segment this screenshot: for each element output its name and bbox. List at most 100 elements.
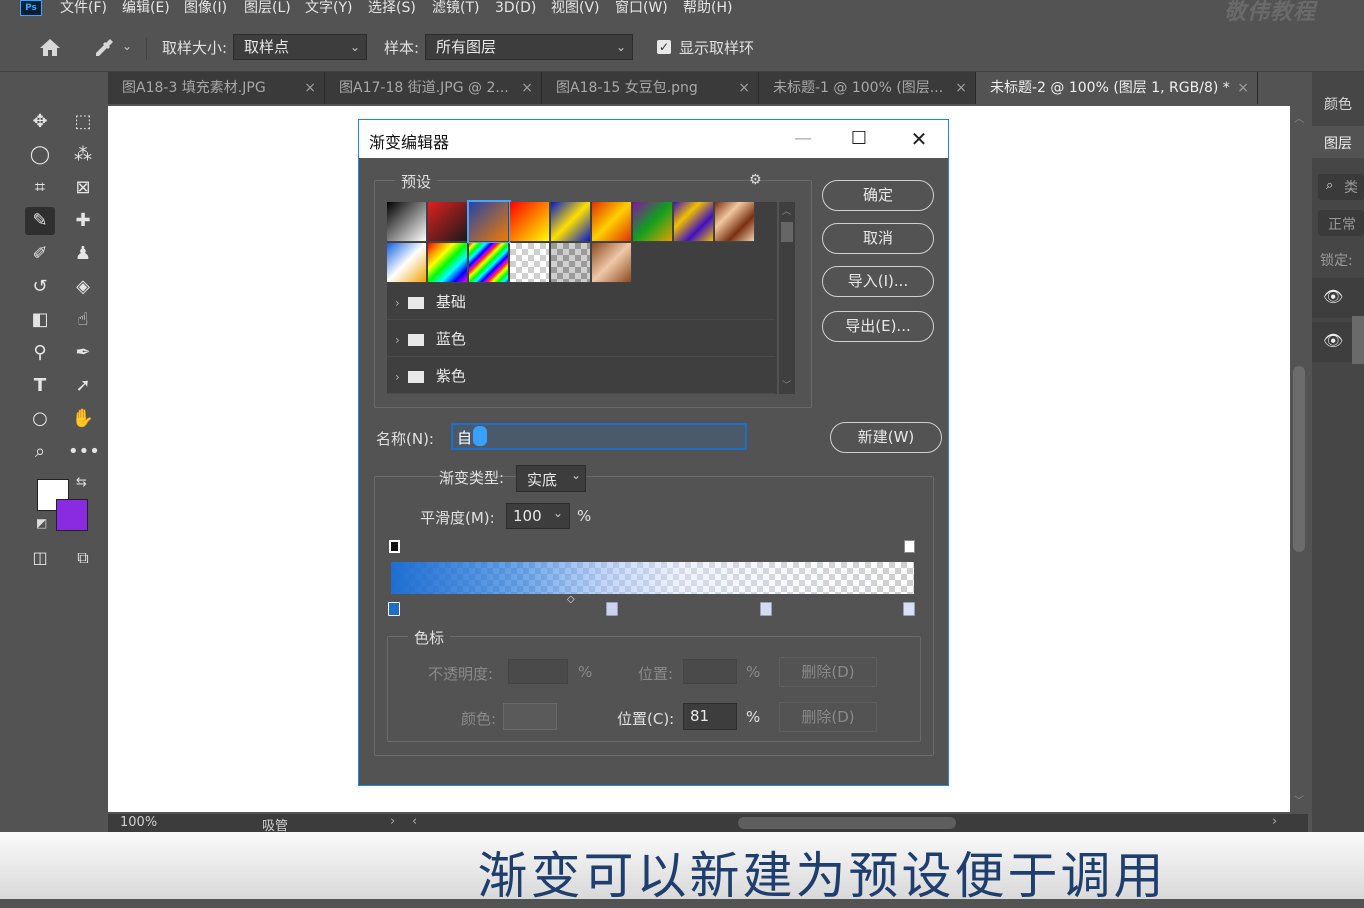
stop-color-swatch[interactable] [503,703,557,730]
layer-filter-field[interactable]: ⌕ 类 [1318,174,1364,200]
history-brush-tool-icon[interactable]: ↺ [25,273,55,301]
menu-filter[interactable]: 滤镜(T) [432,0,479,20]
ok-button[interactable]: 确定 [822,180,934,211]
layers-panel-tab[interactable]: 图层 [1324,133,1352,153]
screen-mode-icon[interactable]: ⧉ [68,544,98,572]
show-ring-checkbox[interactable]: ✓ [657,40,671,54]
tab-street[interactable]: 图A17-18 街道.JPG @ 2... × [325,72,542,104]
crop-tool-icon[interactable]: ⌗ [25,174,55,202]
export-button[interactable]: 导出(E)... [822,311,934,342]
more-tools-icon[interactable]: ••• [68,438,100,466]
smoothness-input[interactable]: 100 ⌄ [506,503,570,529]
preset-swatch[interactable] [674,202,714,242]
color-panel-tab[interactable]: 颜色 [1324,94,1352,114]
name-input[interactable]: 自 [451,423,747,450]
sample-select[interactable]: 所有图层 ⌄ [425,34,633,60]
preset-swatch[interactable] [715,202,755,242]
menu-view[interactable]: 视图(V) [551,0,600,20]
preset-swatch[interactable] [467,200,511,244]
tab-bag[interactable]: 图A18-15 女豆包.png × [542,72,759,104]
background-color-swatch[interactable] [56,499,88,531]
midpoint-diamond-icon[interactable]: ◇ [567,594,575,605]
tab-fill-material[interactable]: 图A18-3 填充素材.JPG × [108,72,325,104]
close-icon[interactable]: × [521,72,533,104]
eyedropper-tool-icon[interactable] [92,36,116,58]
preset-swatch[interactable] [510,202,550,242]
ellipse-tool-icon[interactable]: ○ [25,405,55,433]
menu-file[interactable]: 文件(F) [60,0,107,20]
opacity-stop-left[interactable] [389,540,400,553]
layer-thumbnail[interactable] [1352,316,1364,364]
blend-mode-select[interactable]: 正常 [1318,210,1364,236]
maximize-icon[interactable]: ☐ [839,124,879,154]
location-c-input[interactable]: 81 [683,703,737,730]
close-icon[interactable]: × [1237,72,1249,104]
menu-help[interactable]: 帮助(H) [683,0,732,20]
import-button[interactable]: 导入(I)... [822,266,934,297]
minimize-icon[interactable]: — [783,124,823,154]
preset-folder-blues[interactable]: › 蓝色 [387,321,775,357]
menu-window[interactable]: 窗口(W) [615,0,668,20]
menu-3d[interactable]: 3D(D) [495,0,536,20]
scroll-right-icon[interactable]: › [1272,814,1277,829]
frame-tool-icon[interactable]: ⊠ [68,174,98,202]
close-icon[interactable]: ✕ [899,124,939,154]
eye-icon[interactable]: 👁 [1323,287,1343,306]
preset-swatch[interactable] [387,202,427,242]
new-button[interactable]: 新建(W) [830,422,942,453]
scrollbar-thumb[interactable] [781,222,793,242]
preset-swatch[interactable] [551,202,591,242]
preset-swatch[interactable] [428,202,468,242]
move-tool-icon[interactable]: ✥ [25,108,55,136]
menu-image[interactable]: 图像(I) [184,0,227,20]
presets-list[interactable]: › 基础 › 蓝色 › 紫色 ︿ ﹀ [387,200,795,394]
scroll-left-icon[interactable]: ‹ [412,814,417,829]
path-selection-tool-icon[interactable]: ➚ [68,372,98,400]
preset-folder-purples[interactable]: › 紫色 [387,358,775,394]
color-stop-blue[interactable] [388,602,400,616]
stamp-tool-icon[interactable]: ♟ [68,240,98,268]
hand-tool-icon[interactable]: ✋ [68,405,98,433]
marquee-tool-icon[interactable]: ⬚ [68,108,98,136]
preset-swatch[interactable] [592,243,632,283]
color-stop[interactable] [903,602,915,616]
color-stop[interactable] [606,602,618,616]
scrollbar-thumb[interactable] [1293,366,1305,552]
brush-tool-icon[interactable]: ✐ [25,240,55,268]
magic-wand-tool-icon[interactable]: ⁂ [68,141,98,169]
tab-untitled-2[interactable]: 未标题-2 @ 100% (图层 1, RGB/8) * × [976,72,1258,104]
opacity-stop-right[interactable] [904,540,915,553]
close-icon[interactable]: × [738,72,750,104]
menu-type[interactable]: 文字(Y) [305,0,352,20]
gear-icon[interactable]: ⚙ [749,172,762,188]
horizontal-scrollbar-thumb[interactable] [738,817,956,829]
eye-icon[interactable]: 👁 [1323,331,1343,350]
eraser-tool-icon[interactable]: ◈ [68,273,98,301]
home-icon[interactable] [38,36,62,58]
color-stop[interactable] [760,602,772,616]
dodge-tool-icon[interactable]: ⚲ [25,339,55,367]
gradient-type-select[interactable]: 实底 ⌄ [516,465,586,492]
chevron-down-icon[interactable]: ⌄ [122,39,132,53]
menu-edit[interactable]: 编辑(E) [122,0,170,20]
swap-colors-icon[interactable]: ⇆ [76,475,87,490]
vertical-scrollbar[interactable]: ︿ ﹀ [1290,106,1310,812]
smudge-tool-icon[interactable]: ☝ [68,306,98,334]
tab-untitled-1[interactable]: 未标题-1 @ 100% (图层... × [759,72,976,104]
gradient-preview-bar[interactable] [391,562,914,594]
preset-swatch[interactable] [469,243,509,283]
menu-layer[interactable]: 图层(L) [244,0,291,20]
quick-mask-icon[interactable]: ◫ [25,544,55,572]
lasso-tool-icon[interactable]: ◯ [25,141,55,169]
status-expand-icon[interactable]: › [390,814,395,829]
pen-tool-icon[interactable]: ✒ [68,339,98,367]
preset-folder-basics[interactable]: › 基础 [387,284,775,320]
menu-select[interactable]: 选择(S) [368,0,416,20]
zoom-level[interactable]: 100% [120,815,157,830]
zoom-tool-icon[interactable]: ⌕ [25,438,55,466]
preset-swatch[interactable] [592,202,632,242]
eyedropper-tool-icon[interactable]: ✎ [25,207,55,235]
healing-brush-tool-icon[interactable]: ✚ [68,207,98,235]
preset-swatch[interactable] [510,243,550,283]
default-colors-icon[interactable]: ◩ [36,516,47,530]
